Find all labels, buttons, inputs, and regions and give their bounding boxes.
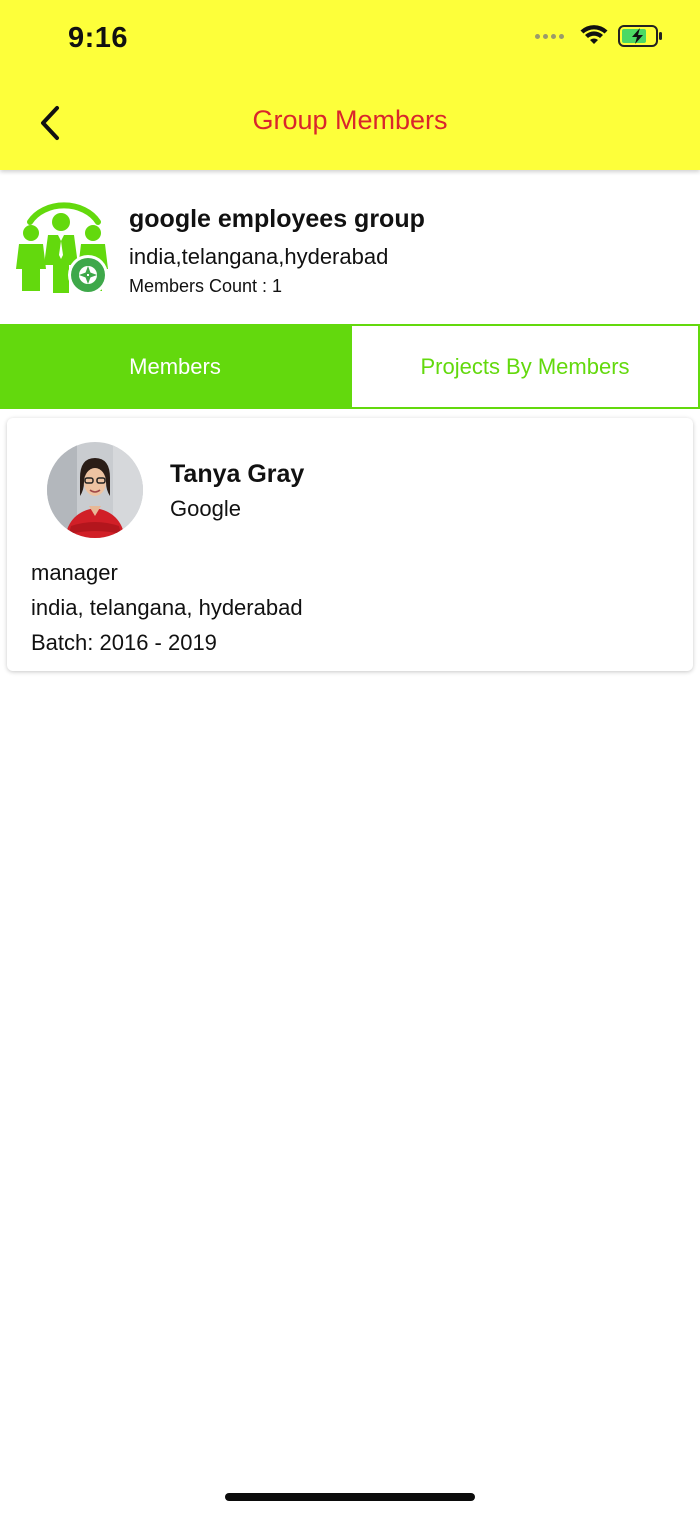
group-location: india,telangana,hyderabad <box>129 244 389 269</box>
tab-bar: Members Projects By Members <box>0 324 700 409</box>
avatar <box>47 442 143 538</box>
member-role: manager <box>31 560 118 585</box>
tab-members[interactable]: Members <box>0 324 350 409</box>
member-company: Google <box>170 496 241 521</box>
status-time: 9:16 <box>68 22 129 54</box>
member-location: india, telangana, hyderabad <box>31 595 303 620</box>
page-title: Group Members <box>252 105 448 135</box>
group-name: google employees group <box>129 205 425 233</box>
home-indicator[interactable] <box>225 1493 475 1501</box>
group-people-icon <box>14 200 114 296</box>
status-icons <box>535 24 664 48</box>
tab-projects-by-members[interactable]: Projects By Members <box>350 324 700 409</box>
group-info: google employees group india,telangana,h… <box>0 170 700 325</box>
member-name: Tanya Gray <box>170 460 305 488</box>
member-card[interactable]: Tanya Gray Google manager india, telanga… <box>7 418 693 671</box>
app-header: 9:16 Group Members <box>0 0 700 170</box>
battery-charging-icon <box>618 25 662 47</box>
wifi-icon <box>580 25 608 44</box>
member-batch: Batch: 2016 - 2019 <box>31 630 217 655</box>
members-count: Members Count : 1 <box>129 276 283 296</box>
cellular-signal-icon <box>535 33 564 39</box>
